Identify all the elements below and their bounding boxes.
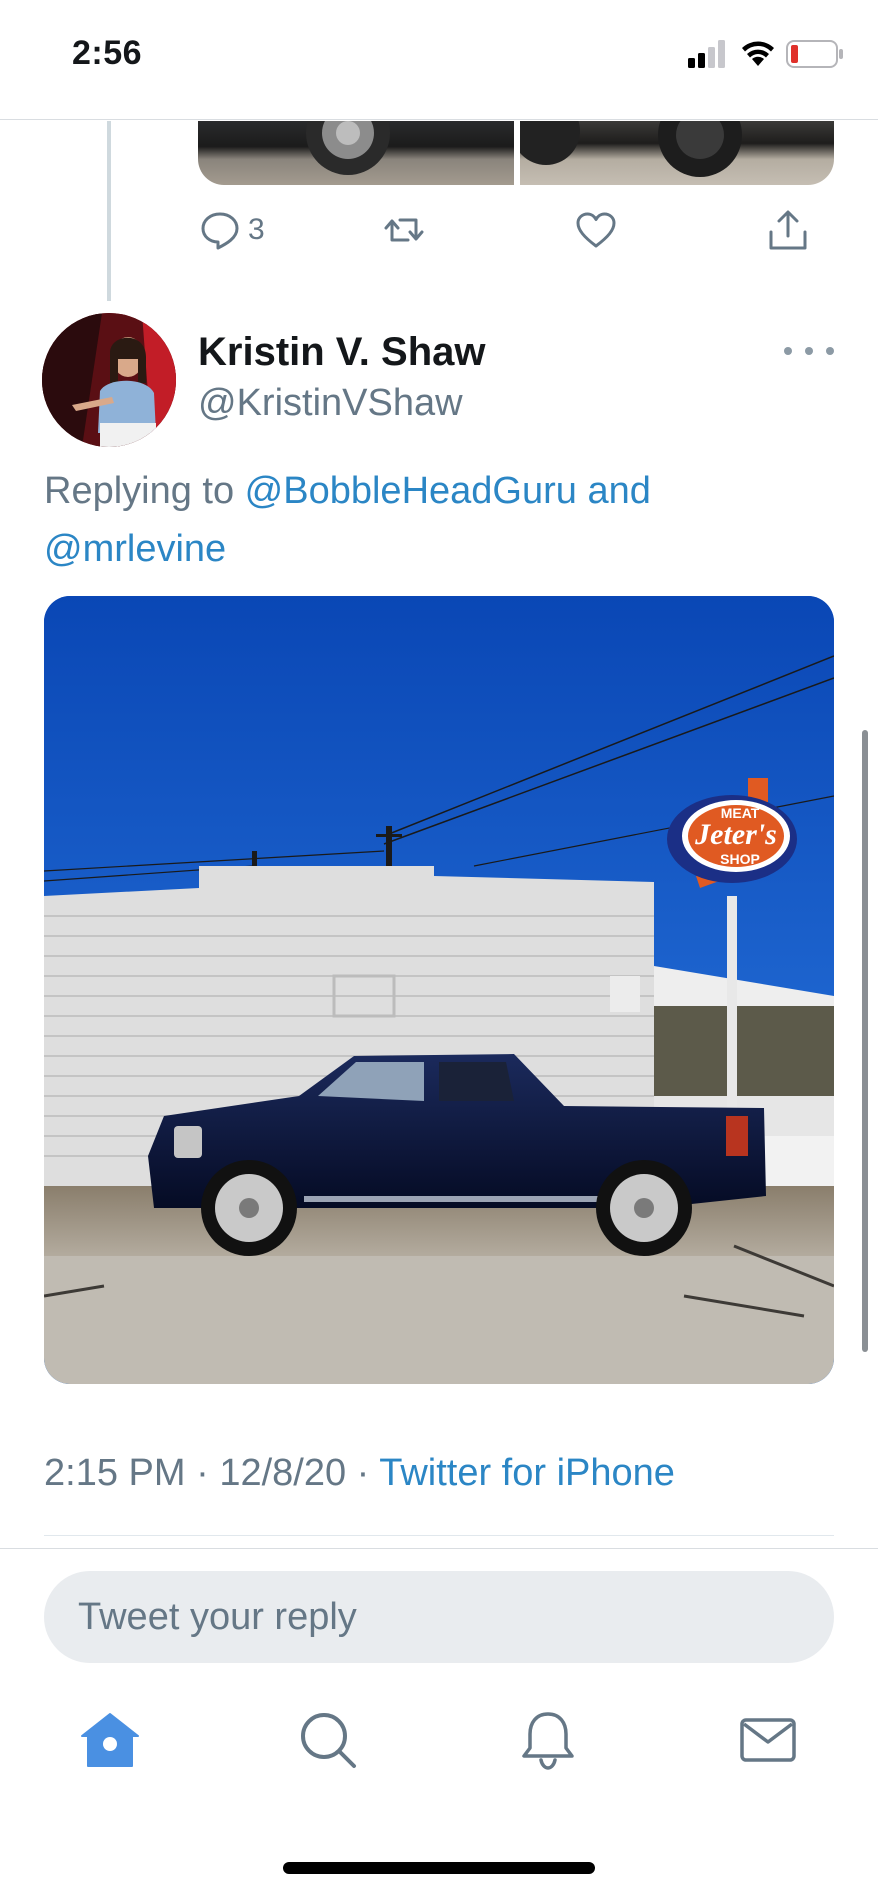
replying-prefix: Replying to: [44, 470, 245, 512]
more-dot: [826, 347, 834, 355]
more-dot: [805, 347, 813, 355]
meta-separator: ·: [185, 1452, 220, 1494]
like-button[interactable]: [574, 205, 618, 255]
tweet-date: 12/8/20: [219, 1452, 347, 1494]
scroll-indicator[interactable]: [862, 730, 868, 1352]
tweet-meta: 2:15 PM · 12/8/20 · Twitter for iPhone: [44, 1452, 675, 1495]
previous-tweet-image-left[interactable]: [198, 121, 514, 185]
reply-count: 3: [248, 213, 265, 246]
author-display-name[interactable]: Kristin V. Shaw: [198, 330, 486, 375]
divider: [44, 1535, 834, 1536]
heart-icon: [576, 212, 616, 248]
retweet-icon: [384, 218, 424, 242]
cellular-signal-icon: [688, 40, 725, 68]
more-dot: [784, 347, 792, 355]
truck-wheel-image: [512, 121, 742, 177]
more-options-button[interactable]: [784, 336, 834, 366]
truck-wheel-image: [306, 121, 390, 175]
tab-search[interactable]: [288, 1700, 368, 1780]
share-button[interactable]: [766, 205, 810, 255]
avatar-photo: [42, 313, 176, 447]
avatar[interactable]: [42, 313, 176, 447]
sign-text-jeters: Jeter's: [694, 818, 777, 851]
replying-to: Replying to @BobbleHeadGuru and @mrlevine: [44, 462, 834, 578]
tweet-image[interactable]: MEAT Jeter's SHOP: [44, 596, 834, 1384]
share-icon: [769, 210, 807, 250]
mail-icon: [740, 1718, 796, 1762]
mention-link[interactable]: @mrlevine: [44, 528, 226, 570]
tab-messages[interactable]: [728, 1700, 808, 1780]
tab-bar: [0, 1700, 878, 1810]
reply-composer[interactable]: [44, 1571, 834, 1663]
tab-home[interactable]: [70, 1700, 150, 1780]
home-indicator[interactable]: [283, 1862, 595, 1874]
bell-icon: [522, 1712, 574, 1770]
sign-text-shop: SHOP: [720, 851, 760, 867]
tweet-time: 2:15 PM: [44, 1452, 186, 1494]
tweet-source-link[interactable]: Twitter for iPhone: [379, 1452, 675, 1494]
status-time: 2:56: [72, 34, 143, 72]
truck-photo: MEAT Jeter's SHOP: [44, 596, 834, 1384]
previous-tweet-actions: 3: [198, 205, 838, 255]
previous-tweet-images[interactable]: [198, 121, 834, 185]
reply-input[interactable]: [44, 1571, 834, 1663]
divider: [0, 1548, 878, 1549]
author-handle[interactable]: @KristinVShaw: [198, 382, 463, 425]
mention-link[interactable]: @BobbleHeadGuru: [245, 470, 577, 512]
status-bar: 2:56: [0, 0, 878, 120]
home-icon: [81, 1713, 139, 1767]
replying-conjunction[interactable]: and: [587, 470, 650, 512]
reply-icon: [201, 212, 239, 250]
meta-separator: ·: [346, 1452, 380, 1494]
wifi-icon: [742, 41, 774, 66]
thread-connector-line: [107, 121, 111, 301]
battery-icon: [786, 40, 843, 68]
tab-notifications[interactable]: [508, 1700, 588, 1780]
retweet-button[interactable]: [382, 205, 426, 255]
reply-button[interactable]: 3: [198, 205, 265, 255]
previous-tweet-image-right[interactable]: [512, 121, 834, 185]
search-icon: [301, 1713, 356, 1768]
